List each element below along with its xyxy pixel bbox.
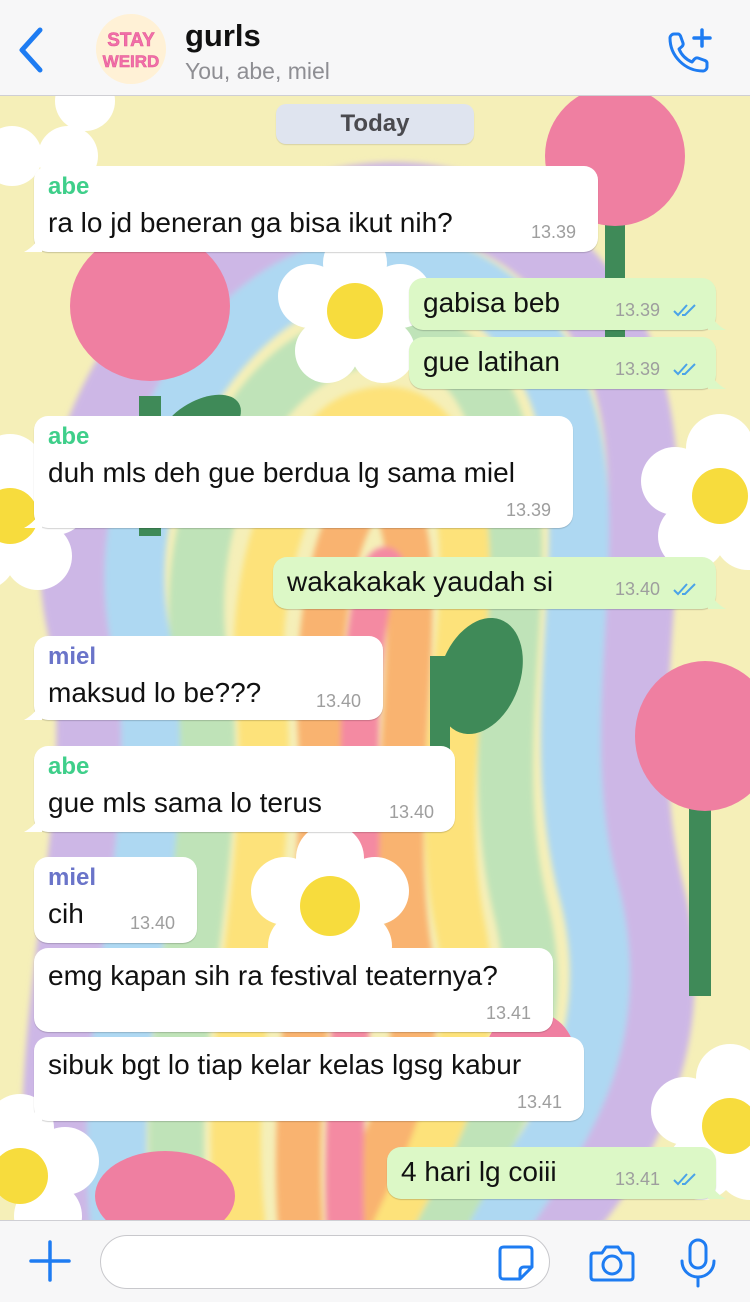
- bubble-tail: [708, 373, 726, 389]
- sticker-icon[interactable]: [496, 1243, 536, 1283]
- chat-header: STAY WEIRD gurls You, abe, miel: [0, 0, 750, 96]
- message-bubble-incoming[interactable]: sibuk bgt lo tiap kelar kelas lgsg kabur…: [24, 1037, 584, 1121]
- read-receipt-icon: [673, 583, 696, 596]
- avatar-logo-line2: WEIRD: [103, 52, 160, 71]
- message-bubble-outgoing[interactable]: gabisa beb 13.39: [409, 278, 726, 330]
- message-bubble-incoming[interactable]: emg kapan sih ra festival teaternya? 13.…: [34, 948, 553, 1032]
- message-bubble-incoming[interactable]: miel cih 13.40: [34, 857, 197, 943]
- message-text: gue mls sama lo terus: [48, 787, 322, 818]
- bubble-tail: [24, 704, 42, 720]
- read-receipt-icon: [673, 1173, 696, 1186]
- avatar-logo-line1: STAY: [107, 30, 155, 51]
- message-text: duh mls deh gue berdua lg sama miel: [48, 457, 515, 488]
- message-text: maksud lo be???: [48, 677, 262, 708]
- message-time: 13.39: [615, 300, 661, 320]
- message-text: ra lo jd beneran ga bisa ikut nih?: [48, 207, 453, 238]
- bubble-tail: [708, 1183, 726, 1199]
- back-chevron-icon[interactable]: [14, 26, 50, 74]
- message-time: 13.40: [389, 802, 435, 822]
- read-receipt-icon: [673, 304, 696, 317]
- message-bubble-incoming[interactable]: abe ra lo jd beneran ga bisa ikut nih? 1…: [24, 166, 598, 252]
- chat-participants[interactable]: You, abe, miel: [185, 58, 330, 85]
- message-time: 13.41: [615, 1169, 661, 1189]
- date-separator: Today: [276, 104, 474, 144]
- message-text: wakakakak yaudah si: [287, 566, 554, 597]
- group-avatar[interactable]: STAY WEIRD: [96, 14, 166, 84]
- bubble-tail: [708, 314, 726, 330]
- sender-name[interactable]: miel: [48, 864, 96, 892]
- message-bubble-outgoing[interactable]: 4 hari lg coiii 13.41: [387, 1147, 726, 1199]
- message-time: 13.40: [615, 579, 661, 599]
- bubble-tail: [24, 816, 42, 832]
- message-bubble-incoming[interactable]: abe duh mls deh gue berdua lg sama miel …: [24, 416, 573, 528]
- chat-thread[interactable]: Today abe ra lo jd beneran ga bisa ikut …: [0, 96, 750, 1220]
- bubble-tail: [24, 512, 42, 528]
- message-bubble-outgoing[interactable]: wakakakak yaudah si 13.40: [273, 557, 726, 609]
- message-time: 13.39: [615, 359, 661, 379]
- message-text: emg kapan sih ra festival teaternya?: [48, 960, 498, 991]
- message-time: 13.41: [486, 1003, 532, 1023]
- message-text: gabisa beb: [423, 287, 561, 318]
- message-text: gue latihan: [423, 346, 561, 377]
- message-bubble-outgoing[interactable]: gue latihan 13.39: [409, 337, 726, 389]
- bubble-tail: [708, 593, 726, 609]
- message-bubble-incoming[interactable]: miel maksud lo be??? 13.40: [24, 636, 383, 720]
- sender-name[interactable]: abe: [48, 173, 89, 201]
- read-receipt-icon: [673, 363, 696, 376]
- message-input[interactable]: [100, 1235, 550, 1289]
- sender-name[interactable]: miel: [48, 643, 96, 671]
- camera-icon[interactable]: [588, 1241, 636, 1285]
- microphone-icon[interactable]: [676, 1237, 720, 1289]
- bubble-tail: [24, 1105, 42, 1121]
- message-time: 13.40: [130, 913, 176, 933]
- plus-icon[interactable]: [28, 1239, 72, 1283]
- message-bubble-incoming[interactable]: abe gue mls sama lo terus 13.40: [24, 746, 455, 832]
- message-time: 13.39: [531, 222, 577, 242]
- message-text: sibuk bgt lo tiap kelar kelas lgsg kabur: [48, 1049, 522, 1080]
- sender-name[interactable]: abe: [48, 753, 89, 781]
- composer-bar: [0, 1220, 750, 1302]
- chat-title[interactable]: gurls: [185, 18, 261, 54]
- message-text: 4 hari lg coiii: [401, 1156, 557, 1187]
- bubble-tail: [24, 236, 42, 252]
- message-time: 13.41: [517, 1092, 563, 1112]
- add-call-icon[interactable]: [662, 28, 714, 74]
- sender-name[interactable]: abe: [48, 423, 89, 451]
- message-time: 13.39: [506, 500, 552, 520]
- message-text: cih: [48, 898, 84, 929]
- message-time: 13.40: [316, 691, 362, 711]
